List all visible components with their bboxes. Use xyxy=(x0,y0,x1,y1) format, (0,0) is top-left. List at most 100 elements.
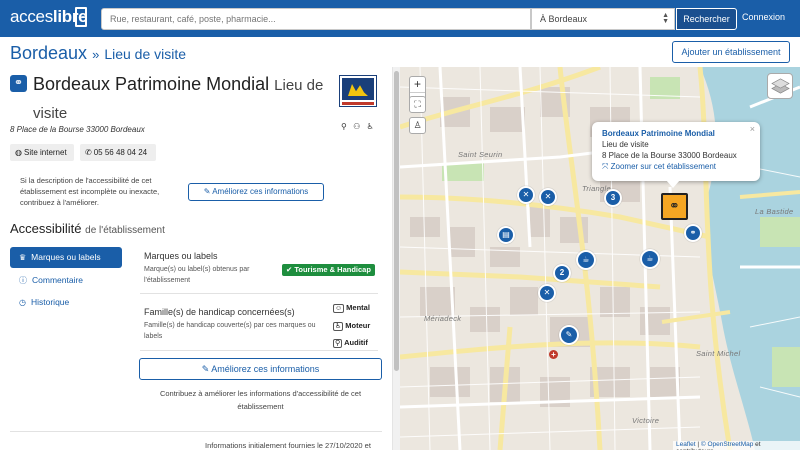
panel-scrollbar[interactable] xyxy=(392,67,400,450)
search-input[interactable] xyxy=(101,8,531,30)
binoculars-icon: ⚭ xyxy=(669,198,680,213)
cluster-count: 3 xyxy=(610,193,616,202)
improve-button-label: Améliorez ces informations xyxy=(212,187,309,196)
popup-close-button[interactable]: × xyxy=(750,124,755,134)
contribute-text: Contribuez à améliorer les informations … xyxy=(159,389,362,411)
phone-icon: ✆ xyxy=(85,148,92,157)
locate-button[interactable]: ♙ xyxy=(409,117,426,134)
family-motor-label: Moteur xyxy=(345,321,371,330)
scrollbar-thumb[interactable] xyxy=(394,71,399,371)
family-mental-label: Mental xyxy=(346,303,370,312)
improve-main-label: Améliorez ces informations xyxy=(211,364,320,374)
tab-labels[interactable]: ♛ Marques ou labels xyxy=(10,247,122,268)
family-tag-mental: ☺ Mental xyxy=(333,303,370,313)
section-divider xyxy=(140,293,378,294)
zoom-in-button[interactable]: + xyxy=(410,77,425,93)
restaurant-icon: ✕ xyxy=(544,192,552,201)
popup-zoom-link[interactable]: ⤧ Zoomer sur cet établissement xyxy=(602,162,750,172)
person-icon: ♙ xyxy=(413,120,422,130)
place-address: 8 Place de la Bourse 33000 Bordeaux xyxy=(10,125,145,134)
info-date: Informations initialement fournies le 27… xyxy=(205,441,371,450)
pencil-icon: ✎ xyxy=(203,187,213,196)
map-marker[interactable]: ✕ xyxy=(517,186,535,204)
add-establishment-button[interactable]: Ajouter un établissement xyxy=(672,41,790,63)
login-link[interactable]: Connexion xyxy=(742,12,785,22)
tourisme-handicap-logo xyxy=(339,75,377,107)
map-label: Saint Michel xyxy=(696,349,741,358)
layers-control[interactable] xyxy=(767,73,793,99)
top-navbar: acceslibre À Bordeaux▲▼ Rechercher Conne… xyxy=(0,0,800,37)
pencil-icon: ✎ xyxy=(565,330,573,339)
restaurant-icon: ✕ xyxy=(543,288,551,297)
clock-icon: ◷ xyxy=(19,298,26,307)
popup-category: Lieu de visite xyxy=(602,140,649,149)
map-marker[interactable]: ☕ xyxy=(640,249,660,269)
breadcrumb-category[interactable]: Lieu de visite xyxy=(104,46,186,62)
footer-divider xyxy=(10,431,382,432)
trophy-icon: ♛ xyxy=(19,253,27,262)
map-cluster-marker[interactable]: 2 xyxy=(553,264,571,282)
cluster-count: 2 xyxy=(559,268,565,277)
phone-link[interactable]: ✆ 05 56 48 04 24 xyxy=(80,144,156,161)
building-icon: ▤ xyxy=(502,230,510,239)
hospital-icon: + xyxy=(549,350,558,359)
incomplete-note: Si la description de l'accessibilité de … xyxy=(20,176,160,207)
labels-section-title: Marques ou labels xyxy=(144,251,218,261)
handicap-family-icons: ⚲ ⚇ ♿ xyxy=(341,122,376,131)
map-marker[interactable]: ✕ xyxy=(539,188,557,206)
ear-icon: ⚲ xyxy=(333,339,343,348)
city-select-value: À Bordeaux xyxy=(540,14,588,24)
map-label: Victoire xyxy=(632,416,660,425)
families-section-desc: Famille(s) de handicap couverte(s) par c… xyxy=(144,322,316,340)
leaflet-link[interactable]: Leaflet xyxy=(676,441,696,448)
website-link[interactable]: ◍ Site internet xyxy=(10,144,74,161)
breadcrumb: Bordeaux » Lieu de visite xyxy=(10,43,186,64)
map-cluster-marker[interactable]: 3 xyxy=(604,189,622,207)
tourisme-handicap-badge: ✔ Tourisme & Handicap xyxy=(282,264,375,276)
expand-icon: ⤧ xyxy=(602,162,611,171)
page-title: Bordeaux Patrimoine Mondial Lieu de visi… xyxy=(33,71,343,127)
tab-history[interactable]: ◷ Historique xyxy=(10,292,122,313)
search-button[interactable]: Rechercher xyxy=(676,8,737,30)
tab-history-label: Historique xyxy=(30,297,70,307)
select-arrows-icon: ▲ ▼ xyxy=(662,12,669,25)
breadcrumb-city[interactable]: Bordeaux xyxy=(10,43,87,63)
map-popup: × Bordeaux Patrimoine Mondial Lieu de vi… xyxy=(592,122,760,188)
accessibility-title: Accessibilité xyxy=(10,221,82,236)
improve-info-button-top[interactable]: ✎ Améliorez ces informations xyxy=(188,183,324,201)
tab-comment-label: Commentaire xyxy=(32,275,84,285)
family-tag-motor: ♿ Moteur xyxy=(333,321,371,331)
info-icon: ⓘ xyxy=(19,276,27,285)
families-section-title: Famille(s) de handicap concernées(s) xyxy=(144,307,295,317)
place-name: Bordeaux Patrimoine Mondial xyxy=(33,74,270,94)
phone-number: 05 56 48 04 24 xyxy=(93,148,148,157)
improve-info-button[interactable]: ✎ Améliorez ces informations xyxy=(139,358,382,380)
place-details-panel: ⚭ Bordeaux Patrimoine Mondial Lieu de vi… xyxy=(0,67,400,450)
fullscreen-button[interactable]: ⛶ xyxy=(409,96,426,113)
osm-link[interactable]: © OpenStreetMap xyxy=(701,441,753,448)
city-select[interactable]: À Bordeaux ▲ ▼ xyxy=(531,8,675,30)
family-hearing-label: Auditif xyxy=(344,338,368,347)
accessibility-subtitle: de l'établissement xyxy=(85,225,165,236)
website-label: Site internet xyxy=(23,148,67,157)
accessibility-heading: Accessibilité de l'établissement xyxy=(10,221,165,236)
map-marker[interactable]: ☕ xyxy=(576,250,596,270)
map-marker[interactable]: ✕ xyxy=(538,284,556,302)
popup-zoom-label: Zoomer sur cet établissement xyxy=(610,162,716,171)
map-label: Mériadeck xyxy=(424,314,462,323)
door-icon xyxy=(75,7,87,27)
tab-comment[interactable]: ⓘ Commentaire xyxy=(10,270,122,291)
map-marker[interactable]: ✎ xyxy=(559,325,579,345)
tab-labels-label: Marques ou labels xyxy=(31,252,101,262)
map-marker[interactable]: ⚭ xyxy=(684,224,702,242)
map-marker[interactable]: ▤ xyxy=(497,226,515,244)
attribution-separator: | xyxy=(697,441,700,448)
binoculars-icon: ⚭ xyxy=(10,75,27,92)
binoculars-icon: ⚭ xyxy=(689,228,697,237)
mental-icon: ☺ xyxy=(333,304,345,313)
popup-title[interactable]: Bordeaux Patrimoine Mondial xyxy=(602,129,750,138)
selected-place-marker[interactable]: ⚭ xyxy=(661,193,688,220)
fullscreen-icon: ⛶ xyxy=(414,99,421,109)
map-attribution: Leaflet | © OpenStreetMap et contributeu… xyxy=(673,441,800,450)
map-label: Saint Seurin xyxy=(458,150,503,159)
